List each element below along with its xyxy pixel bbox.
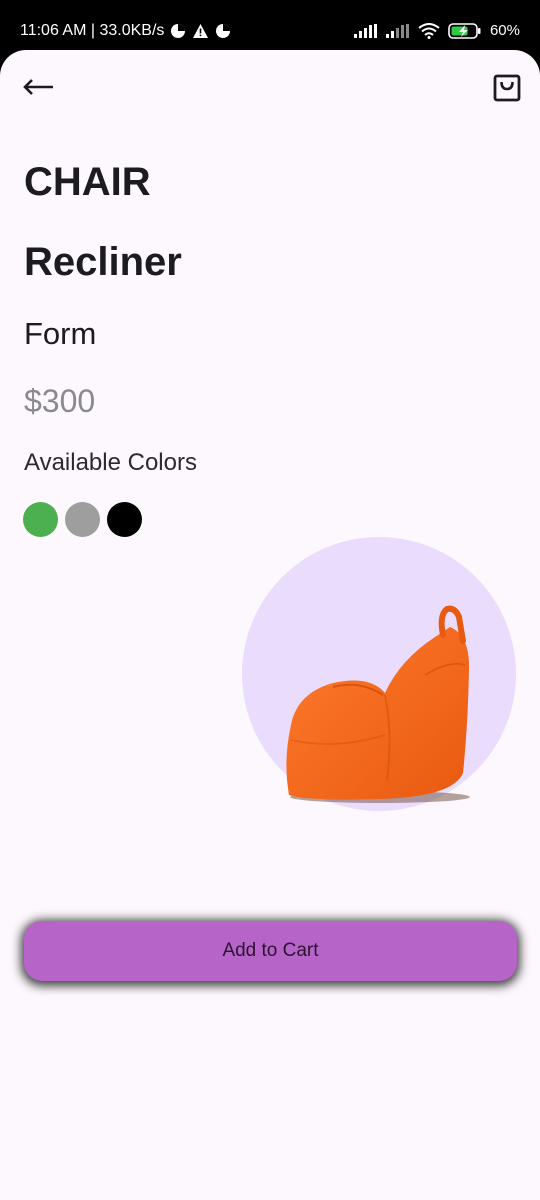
signal-icon (385, 24, 410, 38)
add-to-cart-label: Add to Cart (222, 940, 319, 961)
battery-percent: 60% (489, 22, 520, 39)
color-swatch-grey[interactable] (65, 502, 100, 537)
product-form: Form (24, 316, 97, 351)
signal-icon (353, 24, 378, 38)
status-right: 60% (353, 21, 520, 41)
status-bar: 11:06 AM | 33.0KB/s 60% (0, 0, 540, 52)
shopping-bag-icon (493, 74, 521, 107)
product-category: CHAIR (24, 160, 151, 204)
bean-bag-chair-image (275, 575, 485, 805)
cart-button[interactable] (490, 74, 524, 106)
color-swatch-black[interactable] (107, 502, 142, 537)
color-swatch-green[interactable] (23, 502, 58, 537)
status-left: 11:06 AM | 33.0KB/s (20, 21, 231, 41)
back-button[interactable] (22, 74, 56, 104)
product-price: $300 (24, 383, 96, 419)
status-time: 11:06 AM | 33.0KB/s (20, 22, 165, 39)
product-screen: CHAIR Recliner Form $300 Available Color… (0, 50, 540, 1200)
wifi-icon (418, 23, 440, 39)
data-saver-icon (215, 23, 231, 39)
color-swatches (23, 502, 142, 537)
warning-icon (192, 23, 209, 39)
available-colors-label: Available Colors (24, 449, 197, 476)
arrow-left-icon (23, 78, 55, 100)
product-name: Recliner (24, 240, 182, 284)
data-saver-icon (170, 23, 186, 39)
add-to-cart-button[interactable]: Add to Cart (24, 921, 517, 981)
battery-charging-icon (448, 23, 482, 39)
